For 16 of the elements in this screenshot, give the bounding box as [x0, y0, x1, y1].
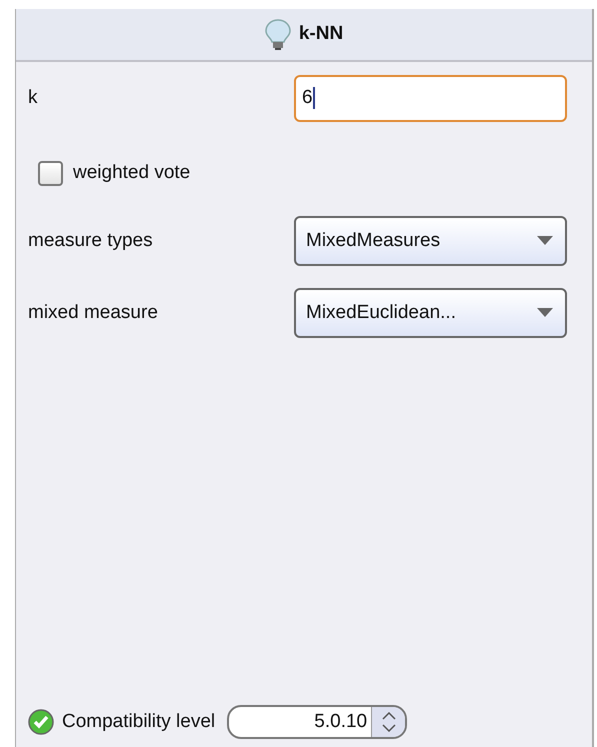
- lightbulb-icon: [264, 18, 291, 50]
- dropdown-caret-icon: [537, 236, 553, 246]
- dropdown[interactable]: MixedEuclidean...: [294, 288, 567, 338]
- parameter-label: k: [27, 86, 38, 110]
- text-cursor: [312, 87, 315, 109]
- version-spinner[interactable]: 5.0.10: [227, 705, 408, 739]
- parameter-label: measure types: [27, 228, 154, 253]
- dropdown[interactable]: MixedMeasures: [294, 216, 567, 266]
- compatibility-label: Compatibility level: [62, 710, 216, 734]
- field-value: 6: [302, 86, 313, 110]
- panel-title: k-NN: [298, 22, 344, 46]
- checkbox-label: weighted vote: [73, 160, 190, 185]
- parameter-label: mixed measure: [27, 300, 159, 325]
- checkbox[interactable]: [38, 160, 63, 186]
- dropdown-caret-icon: [537, 308, 553, 318]
- k-input-field[interactable]: 6: [294, 74, 567, 122]
